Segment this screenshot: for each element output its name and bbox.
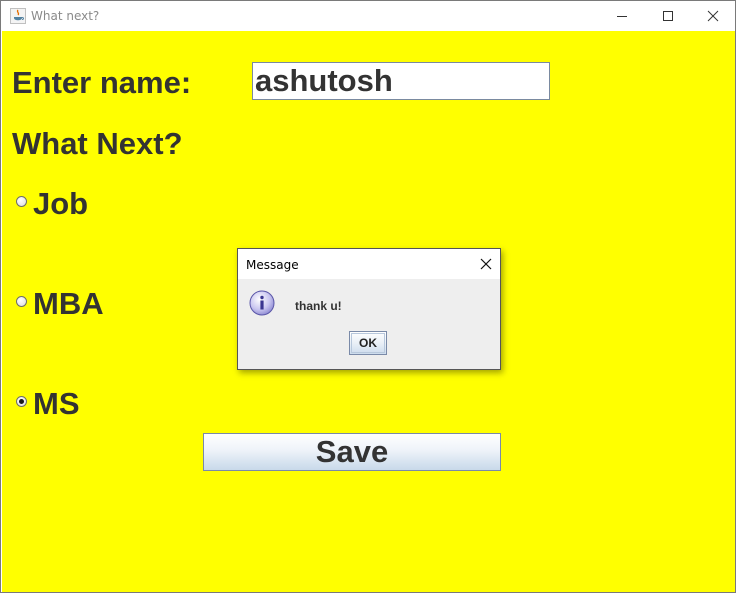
ok-button[interactable]: OK <box>349 331 387 355</box>
close-icon[interactable] <box>478 256 494 272</box>
name-input[interactable]: ashutosh <box>252 62 550 100</box>
maximize-icon <box>663 11 673 21</box>
question-label: What Next? <box>12 126 183 161</box>
name-label: Enter name: <box>12 65 192 100</box>
minimize-button[interactable] <box>599 1 645 31</box>
option-label-mba[interactable]: MBA <box>33 286 104 322</box>
radio-job[interactable] <box>16 196 27 207</box>
info-icon <box>249 290 275 316</box>
radio-ms[interactable] <box>16 396 27 407</box>
message-dialog: Message thank u! OK <box>237 248 501 370</box>
radio-mba[interactable] <box>16 296 27 307</box>
close-button[interactable] <box>690 1 736 31</box>
window-title: What next? <box>31 9 100 23</box>
app-window: What next? Enter name: ashutosh What Nex… <box>0 0 736 593</box>
minimize-icon <box>617 16 627 17</box>
maximize-button[interactable] <box>645 1 691 31</box>
close-icon <box>707 10 719 22</box>
dialog-title: Message <box>246 258 299 272</box>
save-button[interactable]: Save <box>203 433 501 471</box>
java-cup-icon <box>10 8 26 24</box>
dialog-title-bar[interactable]: Message <box>238 249 500 279</box>
option-label-job[interactable]: Job <box>33 186 88 222</box>
option-label-ms[interactable]: MS <box>33 386 80 422</box>
title-bar[interactable]: What next? <box>1 1 735 31</box>
dialog-message: thank u! <box>295 299 342 313</box>
